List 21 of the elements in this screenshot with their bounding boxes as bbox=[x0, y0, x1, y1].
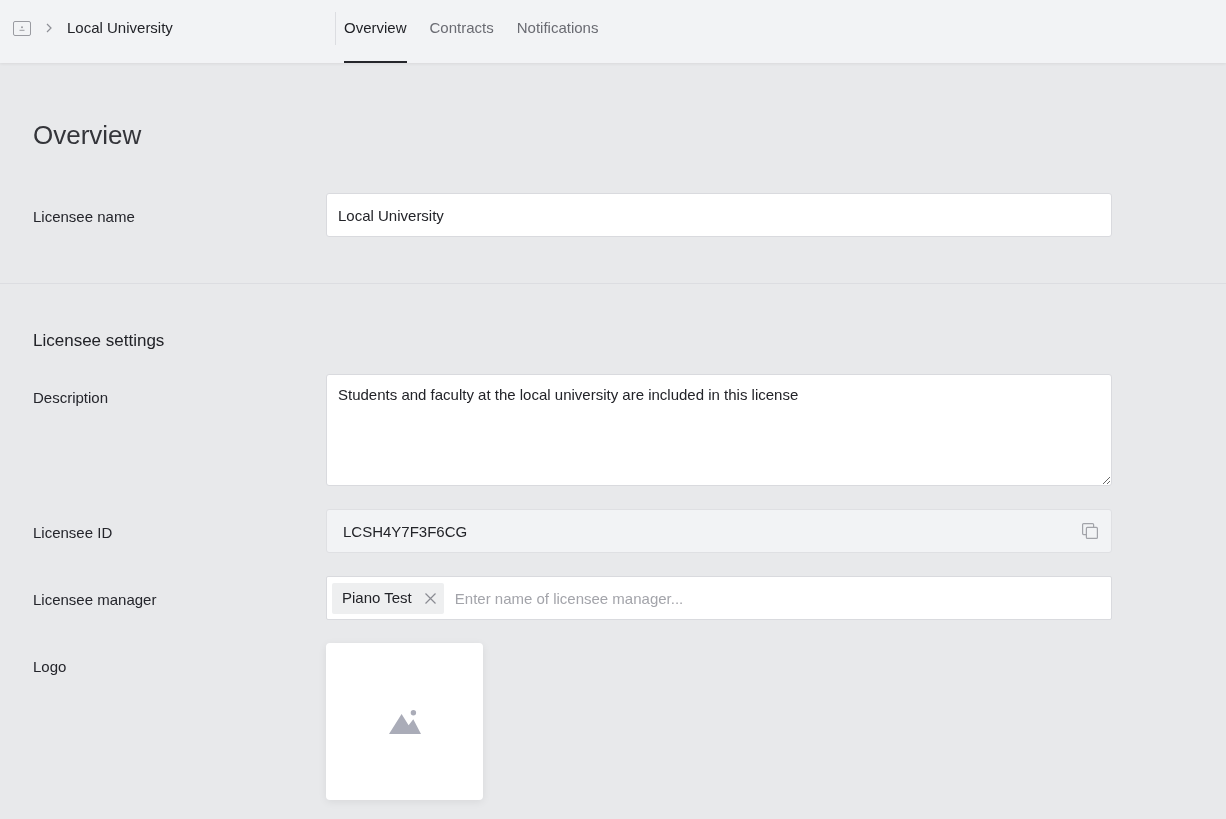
tag-input-field[interactable]: Piano Test Enter name of licensee manager... bbox=[326, 576, 1112, 620]
nav-tab[interactable]: Overview bbox=[344, 0, 407, 63]
textarea-field[interactable]: Students and faculty at the local university are included in this license bbox=[326, 374, 1112, 486]
nav-tab[interactable]: Notifications bbox=[516, 0, 599, 63]
field-label: Licensee name bbox=[33, 207, 135, 226]
image-icon bbox=[388, 709, 421, 734]
breadcrumb-title: Local University bbox=[67, 19, 173, 37]
page-title: Overview bbox=[33, 119, 142, 152]
field-label: Licensee ID bbox=[33, 523, 113, 542]
manager-tag[interactable]: Piano Test bbox=[332, 582, 444, 614]
field-label: Description bbox=[33, 388, 109, 407]
section-title: Licensee settings bbox=[33, 330, 165, 352]
field-label: Logo bbox=[33, 657, 67, 676]
frame-icon bbox=[13, 20, 31, 36]
chevron-icon bbox=[46, 23, 52, 33]
readonly-field[interactable]: LCSH4Y7F3F6CG bbox=[326, 509, 1112, 553]
copy-icon[interactable] bbox=[1082, 523, 1098, 539]
nav-tab[interactable]: Contracts bbox=[429, 0, 494, 63]
close-icon[interactable] bbox=[424, 592, 436, 604]
field-label: Licensee manager bbox=[33, 590, 157, 609]
text-field[interactable]: Local University bbox=[326, 193, 1112, 237]
